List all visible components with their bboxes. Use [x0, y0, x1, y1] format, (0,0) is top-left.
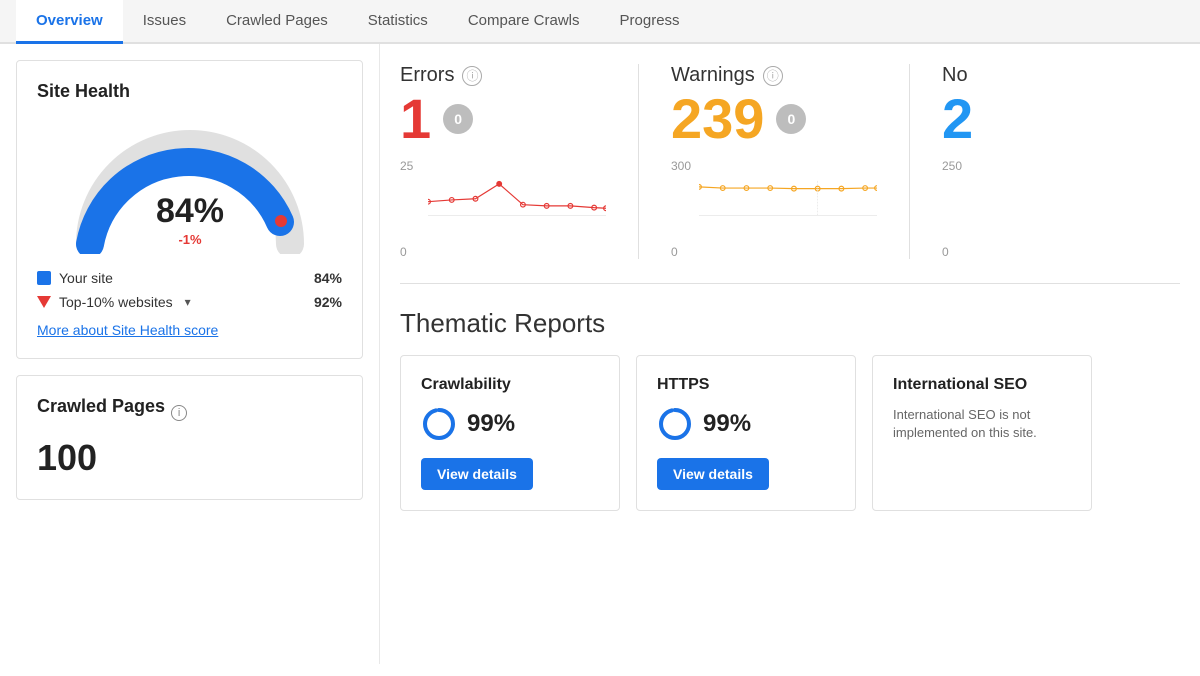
tabs-bar: Overview Issues Crawled Pages Statistics… [0, 0, 1200, 44]
international-seo-description: International SEO is not implemented on … [893, 406, 1071, 442]
tab-progress[interactable]: Progress [600, 0, 700, 44]
crawlability-title: Crawlability [421, 376, 599, 394]
https-title: HTTPS [657, 376, 835, 394]
crawlability-ring-icon [421, 406, 457, 442]
top10-color [37, 296, 51, 308]
crawled-pages-card: Crawled Pages i 100 [16, 375, 363, 500]
warnings-value: 239 [671, 91, 764, 147]
errors-chart: 25 0 [400, 159, 606, 259]
site-health-card: Site Health 84% -1% [16, 60, 363, 359]
tab-statistics[interactable]: Statistics [348, 0, 448, 44]
gauge-svg: 84% -1% [70, 114, 310, 254]
crawled-pages-value: 100 [37, 437, 342, 479]
top10-value: 92% [314, 294, 342, 310]
top10-label: Top-10% websites [59, 294, 173, 310]
errors-block: Errors ⓘ 1 0 25 0 [400, 64, 638, 259]
international-seo-card: International SEO International SEO is n… [872, 355, 1092, 511]
tab-issues[interactable]: Issues [123, 0, 206, 44]
crawlability-view-details-button[interactable]: View details [421, 458, 533, 490]
https-view-details-button[interactable]: View details [657, 458, 769, 490]
warnings-info-icon[interactable]: ⓘ [763, 66, 783, 86]
notices-value: 2 [942, 91, 973, 147]
svg-text:-1%: -1% [178, 232, 202, 247]
svg-text:84%: 84% [155, 192, 223, 230]
notices-block: No 2 250 0 [909, 64, 1180, 259]
stats-row: Errors ⓘ 1 0 25 0 [400, 64, 1180, 284]
your-site-value: 84% [314, 270, 342, 286]
site-health-title: Site Health [37, 81, 342, 102]
notices-chart-min: 0 [942, 245, 949, 259]
legend-your-site: Your site 84% [37, 270, 342, 286]
legend-top10: Top-10% websites ▾ 92% [37, 294, 342, 310]
tab-crawled-pages[interactable]: Crawled Pages [206, 0, 348, 44]
thematic-reports-title: Thematic Reports [400, 308, 1180, 339]
https-ring-icon [657, 406, 693, 442]
your-site-color [37, 271, 51, 285]
crawled-pages-info-icon[interactable]: i [171, 405, 187, 421]
tab-overview[interactable]: Overview [16, 0, 123, 44]
thematic-reports-section: Thematic Reports Crawlability 99% View d… [400, 308, 1180, 511]
warnings-badge: 0 [776, 104, 806, 134]
errors-label: Errors ⓘ [400, 64, 606, 87]
errors-chart-max: 25 [400, 159, 413, 173]
top10-dropdown-icon[interactable]: ▾ [185, 295, 191, 309]
main-content: Errors ⓘ 1 0 25 0 [380, 44, 1200, 664]
https-card: HTTPS 99% View details [636, 355, 856, 511]
crawled-pages-title: Crawled Pages [37, 396, 165, 417]
warnings-chart-min: 0 [671, 245, 678, 259]
warnings-block: Warnings ⓘ 239 0 300 0 [638, 64, 909, 259]
errors-chart-min: 0 [400, 245, 407, 259]
reports-row: Crawlability 99% View details HTTPS [400, 355, 1180, 511]
warnings-chart-svg [699, 175, 877, 217]
warnings-chart: 300 0 [671, 159, 877, 259]
warnings-chart-max: 300 [671, 159, 691, 173]
more-about-site-health-link[interactable]: More about Site Health score [37, 322, 218, 338]
crawlability-percent: 99% [421, 406, 599, 442]
tab-compare-crawls[interactable]: Compare Crawls [448, 0, 600, 44]
legend: Your site 84% Top-10% websites ▾ 92% [37, 270, 342, 310]
errors-chart-svg [428, 175, 606, 217]
errors-info-icon[interactable]: ⓘ [462, 66, 482, 86]
international-seo-title: International SEO [893, 376, 1071, 394]
warnings-label: Warnings ⓘ [671, 64, 877, 87]
errors-value: 1 [400, 91, 431, 147]
notices-label: No [942, 64, 1148, 87]
gauge-container: 84% -1% [37, 114, 342, 254]
crawlability-card: Crawlability 99% View details [400, 355, 620, 511]
your-site-label: Your site [59, 270, 113, 286]
notices-chart-max: 250 [942, 159, 962, 173]
https-percent: 99% [657, 406, 835, 442]
sidebar: Site Health 84% -1% [0, 44, 380, 664]
errors-badge: 0 [443, 104, 473, 134]
crawled-pages-header: Crawled Pages i [37, 396, 342, 429]
notices-chart: 250 0 [942, 159, 1148, 259]
